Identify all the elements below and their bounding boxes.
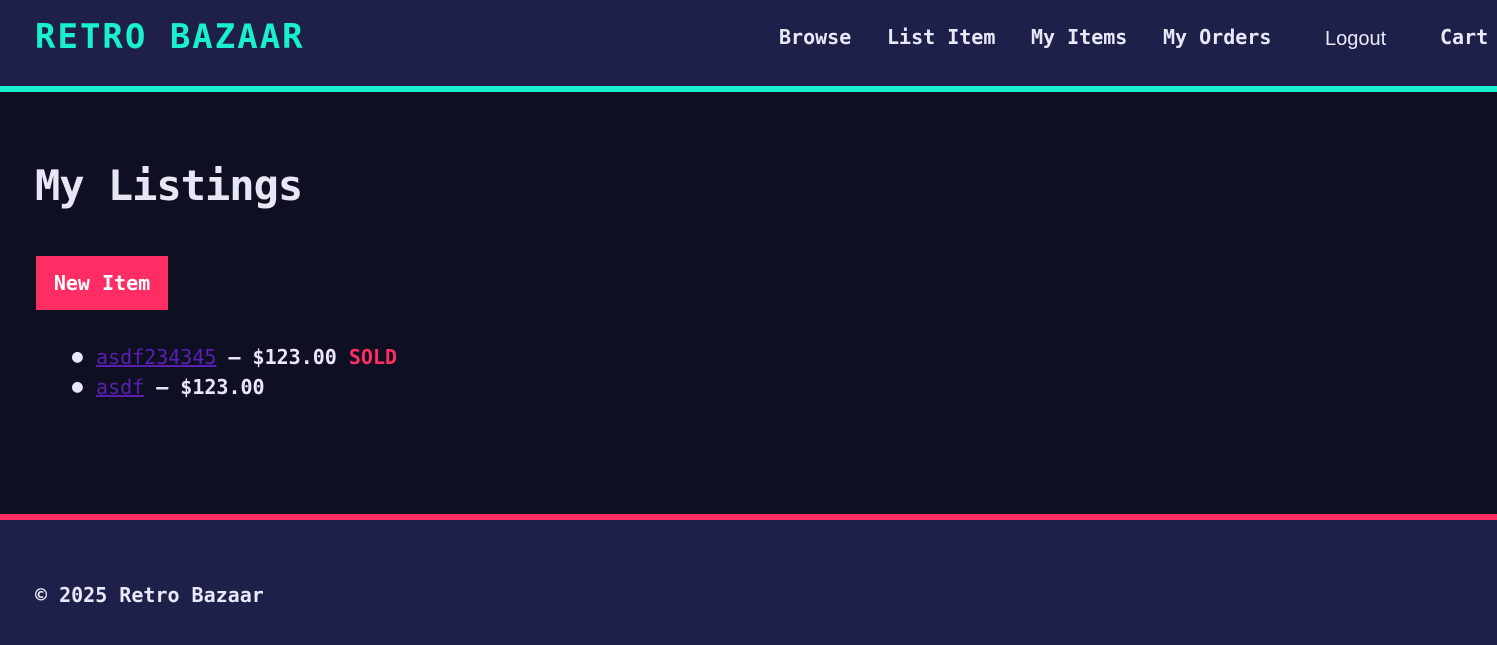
logout-button[interactable]: Logout [1325,26,1386,52]
listings-list: ● asdf234345 – $123.00 SOLD ● asdf – $12… [72,342,397,402]
listing-separator: – [216,345,253,369]
main-nav: Browse List Item My Items My Orders Logo… [0,24,1497,54]
nav-cart-link[interactable]: Cart [1440,24,1488,50]
listing-price: $123.00 [252,345,337,369]
nav-my-orders-link[interactable]: My Orders [1163,24,1271,50]
site-header: RETRO BAZAAR Browse List Item My Items M… [0,0,1497,86]
listing-link[interactable]: asdf [96,375,144,399]
page-title: My Listings [35,161,303,210]
footer-copyright: © 2025 Retro Bazaar [35,583,264,607]
site-footer: © 2025 Retro Bazaar [0,520,1497,645]
nav-browse-link[interactable]: Browse [779,24,851,50]
listing-price: $123.00 [180,375,265,399]
new-item-button[interactable]: New Item [36,256,168,310]
header-divider [0,86,1497,92]
bullet-icon: ● [72,346,83,367]
sold-badge: SOLD [348,345,398,369]
list-item: ● asdf234345 – $123.00 SOLD [72,342,397,372]
list-item: ● asdf – $123.00 [72,372,397,402]
nav-my-items-link[interactable]: My Items [1031,24,1127,50]
listing-link[interactable]: asdf234345 [96,345,216,369]
bullet-icon: ● [72,376,83,397]
listing-separator: – [144,375,181,399]
nav-list-item-link[interactable]: List Item [887,24,995,50]
